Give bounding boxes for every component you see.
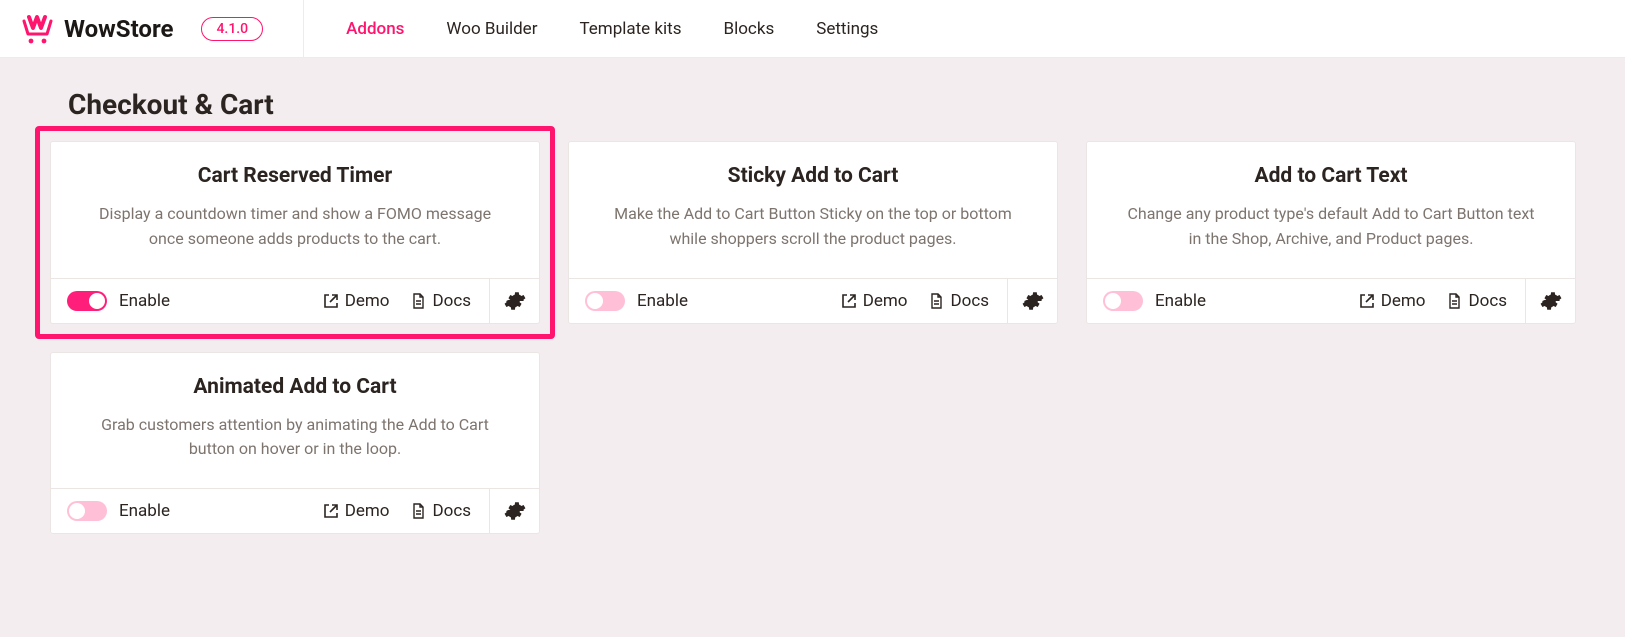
settings-button[interactable] <box>1007 279 1057 323</box>
nav-template-kits[interactable]: Template kits <box>579 19 681 39</box>
enable-toggle[interactable] <box>67 291 107 311</box>
nav-blocks[interactable]: Blocks <box>724 19 775 39</box>
document-icon <box>411 293 426 309</box>
main-nav: Addons Woo Builder Template kits Blocks … <box>303 0 878 57</box>
main-content: Checkout & Cart Cart Reserved Timer Disp… <box>0 58 1625 558</box>
nav-woo-builder[interactable]: Woo Builder <box>446 19 537 39</box>
addon-card-animated-add-to-cart: Animated Add to Cart Grab customers atte… <box>50 352 540 535</box>
enable-toggle[interactable] <box>585 291 625 311</box>
addon-description: Grab customers attention by animating th… <box>90 413 500 463</box>
demo-link[interactable]: Demo <box>841 291 908 311</box>
settings-button[interactable] <box>489 489 539 533</box>
gear-icon <box>1022 290 1044 312</box>
external-link-icon <box>323 503 339 519</box>
nav-settings[interactable]: Settings <box>816 19 878 39</box>
nav-addons[interactable]: Addons <box>346 19 404 39</box>
settings-button[interactable] <box>489 279 539 323</box>
docs-label: Docs <box>950 291 989 311</box>
document-icon <box>411 503 426 519</box>
enable-label: Enable <box>637 291 688 311</box>
brand-logo[interactable]: WowStore <box>22 14 173 44</box>
docs-label: Docs <box>432 291 471 311</box>
docs-link[interactable]: Docs <box>929 291 989 311</box>
demo-label: Demo <box>345 501 390 521</box>
demo-label: Demo <box>1381 291 1426 311</box>
enable-label: Enable <box>119 291 170 311</box>
external-link-icon <box>323 293 339 309</box>
external-link-icon <box>841 293 857 309</box>
addon-card-cart-reserved-timer: Cart Reserved Timer Display a countdown … <box>35 126 555 339</box>
demo-link[interactable]: Demo <box>323 291 390 311</box>
addon-title: Cart Reserved Timer <box>71 164 519 188</box>
addon-grid: Cart Reserved Timer Display a countdown … <box>50 141 1575 534</box>
addon-title: Add to Cart Text <box>1107 164 1555 188</box>
demo-link[interactable]: Demo <box>323 501 390 521</box>
document-icon <box>929 293 944 309</box>
demo-label: Demo <box>345 291 390 311</box>
addon-card-add-to-cart-text: Add to Cart Text Change any product type… <box>1086 141 1576 324</box>
app-header: WowStore 4.1.0 Addons Woo Builder Templa… <box>0 0 1625 58</box>
gear-icon <box>504 500 526 522</box>
settings-button[interactable] <box>1525 279 1575 323</box>
docs-label: Docs <box>1468 291 1507 311</box>
enable-toggle[interactable] <box>67 501 107 521</box>
gear-icon <box>504 290 526 312</box>
docs-link[interactable]: Docs <box>411 501 471 521</box>
docs-label: Docs <box>432 501 471 521</box>
version-badge: 4.1.0 <box>201 17 263 41</box>
addon-title: Animated Add to Cart <box>71 375 519 399</box>
addon-description: Change any product type's default Add to… <box>1126 202 1536 252</box>
addon-title: Sticky Add to Cart <box>589 164 1037 188</box>
external-link-icon <box>1359 293 1375 309</box>
addon-description: Display a countdown timer and show a FOM… <box>90 202 500 252</box>
gear-icon <box>1540 290 1562 312</box>
document-icon <box>1447 293 1462 309</box>
docs-link[interactable]: Docs <box>1447 291 1507 311</box>
addon-card-sticky-add-to-cart: Sticky Add to Cart Make the Add to Cart … <box>568 141 1058 324</box>
brand-name: WowStore <box>64 15 173 43</box>
enable-label: Enable <box>1155 291 1206 311</box>
addon-description: Make the Add to Cart Button Sticky on th… <box>608 202 1018 252</box>
docs-link[interactable]: Docs <box>411 291 471 311</box>
demo-link[interactable]: Demo <box>1359 291 1426 311</box>
section-title: Checkout & Cart <box>68 88 1575 121</box>
enable-label: Enable <box>119 501 170 521</box>
wowstore-logo-icon <box>22 14 56 44</box>
demo-label: Demo <box>863 291 908 311</box>
enable-toggle[interactable] <box>1103 291 1143 311</box>
